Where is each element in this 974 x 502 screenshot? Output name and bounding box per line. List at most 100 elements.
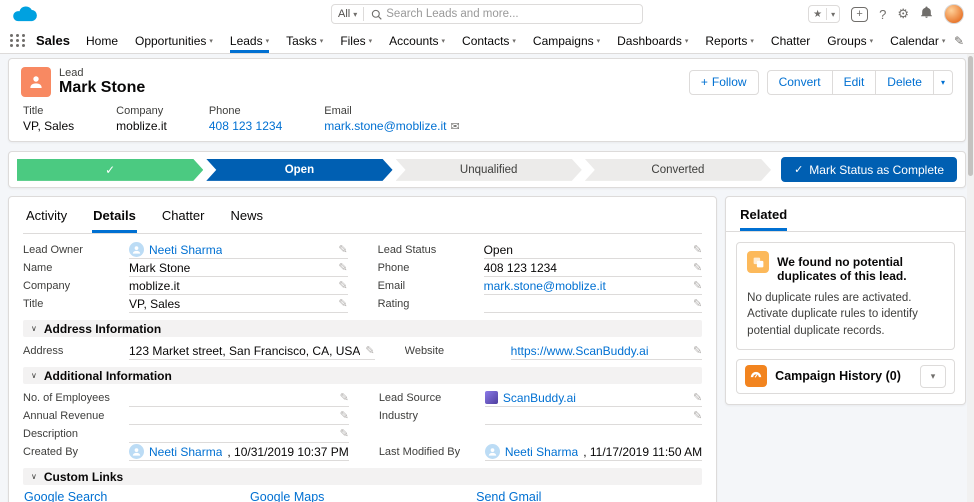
convert-label: Convert	[779, 75, 821, 89]
lead-source-link[interactable]: ScanBuddy.ai	[503, 391, 576, 405]
nav-item-contacts[interactable]: Contacts▾	[462, 28, 516, 53]
stage-label: Unqualified	[460, 164, 518, 176]
delete-label: Delete	[887, 75, 922, 89]
path-stage-complete[interactable]: ✓	[17, 159, 203, 181]
phone-link[interactable]: 408 123 1234	[209, 119, 282, 133]
tab-chatter[interactable]: Chatter	[161, 203, 206, 233]
notifications-bell-button[interactable]	[920, 6, 933, 22]
chevron-down-icon: ∨	[31, 371, 37, 380]
scrollbar-thumb[interactable]	[968, 56, 973, 176]
section-address-information[interactable]: ∨ Address Information	[23, 320, 702, 337]
tab-news[interactable]: News	[229, 203, 264, 233]
nav-item-dashboards[interactable]: Dashboards▾	[617, 28, 688, 53]
tab-details[interactable]: Details	[92, 203, 137, 233]
highlight-email: Email mark.stone@moblize.it ✉	[324, 105, 459, 133]
field-label: No. of Employees	[23, 392, 129, 404]
edit-pencil-icon[interactable]: ✎	[340, 391, 349, 404]
bell-icon	[920, 6, 933, 22]
custom-link-google-search[interactable]: Google Search	[24, 490, 250, 502]
edit-pencil-icon[interactable]: ✎	[693, 344, 702, 357]
mark-status-complete-button[interactable]: ✓ Mark Status as Complete	[781, 157, 957, 182]
custom-link-google-maps[interactable]: Google Maps	[250, 490, 476, 502]
campaign-history-title[interactable]: Campaign History (0)	[775, 369, 901, 383]
edit-pencil-icon[interactable]: ✎	[365, 344, 374, 357]
global-actions-button[interactable]: +	[851, 7, 868, 22]
field-label: Lead Source	[379, 392, 485, 404]
nav-item-reports[interactable]: Reports▾	[705, 28, 754, 53]
custom-link-send-gmail[interactable]: Send Gmail	[476, 490, 702, 502]
edit-pencil-icon[interactable]: ✎	[338, 243, 347, 256]
section-custom-links[interactable]: ∨ Custom Links	[23, 468, 702, 485]
nav-item-accounts[interactable]: Accounts▾	[389, 28, 445, 53]
tab-activity[interactable]: Activity	[25, 203, 68, 233]
created-by-link[interactable]: Neeti Sharma	[149, 445, 222, 459]
record-detail-card: Activity Details Chatter News Lead Owner…	[8, 196, 717, 502]
scrollbar[interactable]	[967, 54, 974, 502]
chevron-down-icon: ▾	[320, 37, 324, 45]
highlight-title: Title VP, Sales	[23, 105, 74, 133]
nav-item-leads[interactable]: Leads▾	[230, 28, 269, 53]
nav-item-label: Groups	[827, 34, 866, 48]
last-modified-by-link[interactable]: Neeti Sharma	[505, 445, 578, 459]
nav-item-tasks[interactable]: Tasks▾	[286, 28, 323, 53]
field-label: Company	[116, 105, 167, 117]
app-launcher-icon[interactable]	[10, 34, 26, 47]
tab-related[interactable]: Related	[740, 207, 787, 231]
record-identity: Lead Mark Stone	[59, 67, 145, 97]
user-avatar[interactable]	[944, 4, 964, 24]
campaign-history-dropdown-button[interactable]: ▾	[920, 365, 946, 388]
details-form: Lead Owner Neeti Sharma ✎ Lead Status Op…	[23, 241, 702, 502]
nav-item-chatter[interactable]: Chatter	[771, 28, 810, 53]
user-avatar	[129, 444, 144, 459]
email-link[interactable]: mark.stone@moblize.it	[484, 279, 606, 293]
field-value: VP, Sales	[23, 119, 74, 133]
follow-label: Follow	[712, 75, 747, 89]
mark-status-label: Mark Status as Complete	[809, 163, 944, 177]
convert-button[interactable]: Convert	[767, 70, 833, 95]
favorites-button[interactable]: ★ ▾	[808, 5, 840, 23]
delete-button[interactable]: Delete	[875, 70, 934, 95]
path-stage-unqualified[interactable]: Unqualified	[396, 159, 582, 181]
salesforce-logo-icon[interactable]	[10, 4, 40, 24]
search-input[interactable]	[386, 8, 642, 20]
section-additional-information[interactable]: ∨ Additional Information	[23, 367, 702, 384]
edit-pencil-icon[interactable]: ✎	[340, 409, 349, 422]
follow-button[interactable]: + Follow	[689, 70, 759, 95]
edit-pencil-icon[interactable]: ✎	[693, 297, 702, 310]
field-label: Company	[23, 280, 129, 292]
edit-pencil-icon[interactable]: ✎	[693, 391, 702, 404]
edit-pencil-icon[interactable]: ✎	[693, 261, 702, 274]
nav-item-groups[interactable]: Groups▾	[827, 28, 873, 53]
nav-item-label: Calendar	[890, 34, 939, 48]
edit-pencil-icon[interactable]: ✎	[338, 279, 347, 292]
nav-edit-pencil-icon[interactable]: ✎	[954, 34, 964, 48]
nav-item-files[interactable]: Files▾	[340, 28, 372, 53]
edit-pencil-icon[interactable]: ✎	[338, 261, 347, 274]
edit-pencil-icon[interactable]: ✎	[693, 279, 702, 292]
record-entity-label: Lead	[59, 67, 145, 79]
setup-gear-button[interactable]: ⚙	[897, 6, 909, 22]
edit-pencil-icon[interactable]: ✎	[340, 427, 349, 440]
field-phone: Phone 408 123 1234 ✎	[378, 259, 703, 277]
lead-owner-link[interactable]: Neeti Sharma	[149, 243, 222, 257]
nav-item-calendar[interactable]: Calendar▾	[890, 28, 945, 53]
path-stage-converted[interactable]: Converted	[585, 159, 771, 181]
chevron-down-icon: ▾	[597, 37, 601, 45]
nav-item-campaigns[interactable]: Campaigns▾	[533, 28, 600, 53]
path-stage-open[interactable]: Open	[206, 159, 392, 181]
nav-item-opportunities[interactable]: Opportunities▾	[135, 28, 213, 53]
chevron-down-icon: ▾	[931, 371, 936, 382]
email-link[interactable]: mark.stone@moblize.it	[324, 119, 446, 133]
search-scope-selector[interactable]: All ▾	[332, 5, 363, 23]
edit-button[interactable]: Edit	[832, 70, 877, 95]
help-button[interactable]: ?	[879, 7, 886, 22]
app-name[interactable]: Sales	[36, 33, 70, 48]
edit-pencil-icon[interactable]: ✎	[693, 409, 702, 422]
edit-pencil-icon[interactable]: ✎	[693, 243, 702, 256]
nav-item-home[interactable]: Home	[86, 28, 118, 53]
chevron-down-icon: ▾	[685, 37, 689, 45]
website-link[interactable]: https://www.ScanBuddy.ai	[511, 344, 649, 358]
edit-pencil-icon[interactable]: ✎	[338, 297, 347, 310]
global-header: All ▾ ★ ▾ + ? ⚙	[0, 0, 974, 28]
more-actions-dropdown-button[interactable]: ▾	[933, 70, 953, 95]
